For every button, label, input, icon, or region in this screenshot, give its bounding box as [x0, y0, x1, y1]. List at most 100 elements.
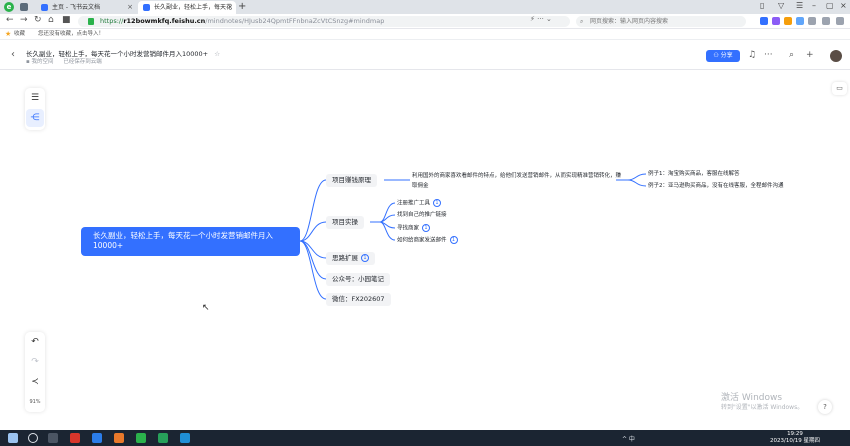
url-host: r12bowmkfq.feishu.cn — [123, 17, 206, 25]
app-red-icon[interactable] — [70, 433, 80, 443]
comment-count-badge[interactable]: 1 — [361, 254, 369, 262]
mindmap-root-node[interactable]: 长久副业，轻松上手，每天花一个小时发营销邮件月入10000+ — [81, 227, 300, 256]
leaf-text: 注册推广工具 — [397, 200, 431, 207]
search-icon[interactable]: ⌕ — [789, 50, 794, 60]
home-icon[interactable]: ⌂ — [48, 15, 54, 25]
avatar[interactable] — [830, 50, 842, 62]
mindmap-node-principle[interactable]: 项目赚钱原理 — [326, 174, 377, 187]
app-blue-icon[interactable] — [92, 433, 102, 443]
search-input[interactable]: ⌕ 网页搜索：输入网页内容搜索 — [576, 16, 746, 27]
lock-icon — [88, 18, 94, 25]
star-icon[interactable]: ★ — [5, 29, 11, 40]
extension-purple-icon[interactable] — [772, 17, 780, 25]
tab-mindnote[interactable]: 长久副业，轻松上手，每天花 × — [138, 1, 236, 14]
extension-orange-icon[interactable] — [784, 17, 792, 25]
bookmarks-hint[interactable]: 您还没有收藏，点击导入！ — [38, 29, 104, 40]
add-icon[interactable]: + — [806, 50, 814, 60]
comment-panel-icon[interactable]: ▭ — [832, 82, 847, 95]
bookmarks-bar: ★ 收藏 您还没有收藏，点击导入！ — [0, 29, 850, 40]
clock[interactable]: 19:29 2023/10/19 星期四 — [770, 431, 820, 445]
close-icon[interactable]: × — [127, 1, 133, 14]
extension-icon[interactable]: ■ — [62, 15, 71, 25]
comment-count-badge[interactable]: 1 — [433, 199, 442, 207]
more-icon[interactable]: ··· — [764, 50, 773, 60]
url-input[interactable]: https://r12bowmkfq.feishu.cn/mindnotes/H… — [78, 16, 570, 27]
mindmap-node-practice[interactable]: 项目实操 — [326, 216, 364, 229]
url-scheme: https:// — [100, 17, 124, 25]
app-orange-icon[interactable] — [114, 433, 124, 443]
browser-tab-bar: e 主页 - 飞书云文档 × 长久副业，轻松上手，每天花 × + ▯ ▽ ☰ –… — [0, 0, 850, 14]
undo-icon[interactable] — [822, 17, 830, 25]
mouse-cursor-icon: ↖ — [202, 303, 210, 313]
leaf-text: 寻找商家 — [397, 225, 420, 232]
tab-label: 主页 - 飞书云文档 — [52, 4, 100, 11]
mindmap-icon[interactable]: ⋲ — [26, 109, 44, 127]
mindmap-leaf-find-link[interactable]: 找到自己的推广链接 — [397, 211, 447, 219]
search-icon: ⌕ — [580, 18, 584, 25]
task-view-icon[interactable] — [48, 433, 58, 443]
doc-breadcrumb: ▪ 我的空间 已经保存到云端 — [26, 57, 102, 65]
maximize-icon[interactable]: ▢ — [826, 1, 834, 10]
doc-location[interactable]: 我的空间 — [31, 59, 53, 65]
view-toolbar: ☰ ⋲ — [25, 88, 45, 130]
clock-date: 2023/10/19 星期四 — [770, 438, 820, 444]
system-tray[interactable]: ^ 中 — [622, 434, 635, 443]
search-icon[interactable] — [28, 433, 38, 443]
comment-count-badge[interactable]: 1 — [449, 236, 458, 244]
feishu-icon — [143, 4, 150, 11]
close-window-icon[interactable]: × — [840, 1, 847, 10]
bolt-icon[interactable]: ⚡ ··· ⌄ — [530, 15, 552, 23]
close-icon[interactable]: × — [227, 1, 233, 14]
windows-taskbar: ^ 中 19:29 2023/10/19 星期四 — [0, 430, 850, 446]
layout-icon[interactable]: ≺ — [25, 372, 45, 392]
more-menu-icon[interactable] — [836, 17, 844, 25]
comment-count-badge[interactable]: 1 — [422, 224, 431, 232]
mindmap-node-wechat-id[interactable]: 微信：FX202607 — [326, 293, 391, 306]
app-green-icon[interactable] — [136, 433, 146, 443]
start-icon[interactable] — [8, 433, 18, 443]
mindmap-leaf-example-2[interactable]: 例子2：亚马逊购买商品，没有在线客服，全程邮件沟通 — [648, 182, 784, 190]
notification-bell-icon[interactable]: ♫ — [748, 50, 756, 60]
share-label: 分享 — [720, 52, 733, 59]
tab-list-icon[interactable] — [20, 3, 28, 11]
new-tab-button[interactable]: + — [238, 0, 246, 13]
restore-icon[interactable]: ▽ — [778, 1, 784, 10]
mindmap-leaf-find-merchant[interactable]: 寻找商家 1 — [397, 224, 431, 233]
share-icon: ⚇ — [713, 52, 721, 59]
redo-icon[interactable]: ↷ — [25, 352, 45, 372]
node-text: 思路扩展 — [332, 254, 358, 262]
mindmap-node-expand[interactable]: 思路扩展 1 — [326, 252, 375, 265]
tab-home[interactable]: 主页 - 飞书云文档 × — [36, 1, 136, 14]
zoom-level[interactable]: 91% — [25, 392, 45, 412]
translate-icon[interactable] — [760, 17, 768, 25]
tab-label: 长久副业，轻松上手，每天花 — [154, 4, 233, 11]
share-button[interactable]: ⚇ 分享 — [706, 50, 740, 62]
forward-icon[interactable]: → — [20, 15, 28, 25]
mindmap-leaf-principle-detail[interactable]: 利用国外的商家喜欢看邮件的特点，给他们发送营销邮件，从而实现精准营销转化，赚取佣… — [412, 171, 622, 191]
menu-icon[interactable]: ☰ — [796, 1, 803, 10]
star-outline-icon[interactable]: ☆ — [214, 50, 220, 58]
back-icon[interactable]: ← — [6, 15, 14, 25]
mindmap-canvas[interactable]: 长久副业，轻松上手，每天花一个小时发营销邮件月入10000+ 项目赚钱原理 利用… — [0, 70, 850, 430]
url-path: /mindnotes/HJusb24QpmtFFnbnaZcVtCSnzg#mi… — [205, 17, 385, 25]
address-bar: ← → ↻ ⌂ ■ https://r12bowmkfq.feishu.cn/m… — [0, 14, 850, 29]
app-browser-icon[interactable] — [158, 433, 168, 443]
extension-blue-icon[interactable] — [796, 17, 804, 25]
help-icon[interactable]: ? — [818, 400, 832, 414]
outline-icon[interactable]: ☰ — [25, 88, 45, 108]
mindmap-leaf-register[interactable]: 注册推广工具 1 — [397, 199, 442, 208]
wallet-icon[interactable]: ▯ — [760, 1, 764, 10]
download-icon[interactable] — [808, 17, 816, 25]
back-icon[interactable]: ‹ — [11, 49, 15, 60]
mindmap-leaf-example-1[interactable]: 例子1：淘宝购买商品，客服在线解答 — [648, 170, 740, 178]
minimize-icon[interactable]: – — [812, 1, 816, 10]
feishu-icon — [41, 4, 48, 11]
undo-icon[interactable]: ↶ — [25, 332, 45, 352]
mindmap-node-wechat-account[interactable]: 公众号：小园笔记 — [326, 273, 390, 286]
browser-logo-icon[interactable]: e — [4, 2, 14, 12]
mindmap-leaf-send-email[interactable]: 如何给商家发送邮件 1 — [397, 236, 458, 245]
bookmarks-label[interactable]: 收藏 — [14, 29, 25, 40]
search-placeholder: 网页搜索：输入网页内容搜索 — [590, 18, 669, 25]
edge-icon[interactable] — [180, 433, 190, 443]
reload-icon[interactable]: ↻ — [34, 15, 42, 25]
